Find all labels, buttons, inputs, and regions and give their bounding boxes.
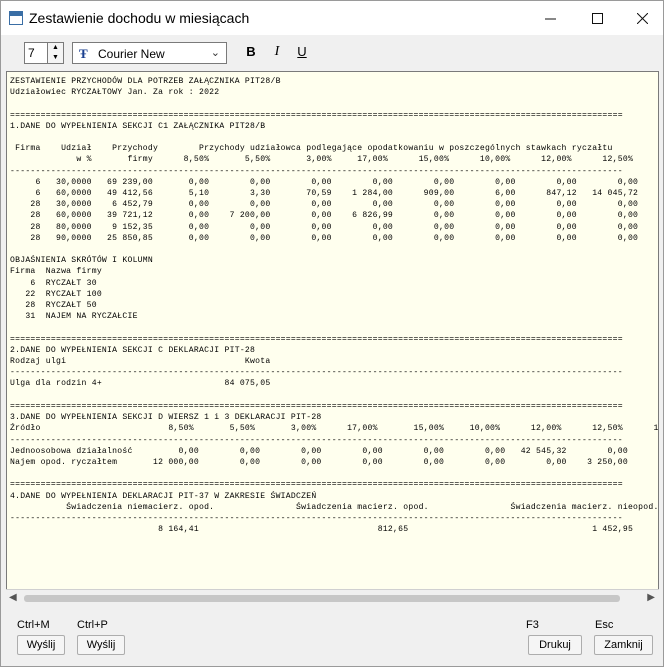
report-line: Rodzaj ulgi Kwota: [10, 357, 271, 367]
report-line: 2.DANE DO WYPEŁNIENIA SEKCJI C DEKLARACJ…: [10, 345, 256, 355]
report-line: ========================================…: [10, 110, 623, 120]
report-line: Firma Nazwa firmy: [10, 267, 102, 277]
report-line: w % firmy 8,50% 5,50% 3,00% 17,00% 15,00…: [10, 155, 659, 165]
report-line: [10, 98, 658, 109]
report-line: ----------------------------------------…: [10, 513, 623, 523]
scrollbar-thumb[interactable]: [24, 595, 620, 602]
report-line: ----------------------------------------…: [10, 166, 623, 176]
report-line: 8 164,41 812,65 1 452,95: [10, 525, 634, 535]
send-mail-button[interactable]: Wyślij: [17, 635, 65, 655]
close-icon: [636, 12, 648, 24]
minimize-button[interactable]: [527, 1, 573, 35]
report-line: ----------------------------------------…: [10, 368, 623, 378]
report-line: 6 RYCZAŁT 30: [10, 278, 97, 288]
report-line: [10, 132, 658, 143]
report-line: OBJAŚNIENIA SKRÓTÓW I KOLUMN: [10, 256, 153, 266]
report-line: ========================================…: [10, 480, 623, 490]
report-line: 28 80,0000 9 152,35 0,00 0,00 0,00 0,00 …: [10, 222, 659, 232]
font-size-value: 7: [28, 46, 35, 60]
report-window: Zestawienie dochodu w miesiącach 7 ▲ ▼ Ŧ…: [0, 0, 664, 667]
report-line: [10, 390, 658, 401]
bold-button[interactable]: B: [241, 44, 261, 64]
font-name-dropdown[interactable]: Ŧ Courier New ⌄: [72, 42, 227, 64]
report-line: ========================================…: [10, 334, 623, 344]
shortcut-esc-label: Esc: [595, 619, 614, 631]
report-line: Najem opod. ryczałtem 12 000,00 0,00 0,0…: [10, 457, 659, 467]
close-window-button[interactable]: [619, 1, 664, 35]
report-line: Jednoosobowa działalność 0,00 0,00 0,00 …: [10, 446, 659, 456]
report-line: [10, 322, 658, 333]
minimize-icon: [544, 18, 556, 19]
report-line: Firma Udział Przychody Przychody udziało…: [10, 144, 613, 154]
font-size-spinner[interactable]: 7 ▲ ▼: [24, 42, 64, 64]
spin-up-icon[interactable]: ▲: [48, 43, 63, 53]
spin-down-icon[interactable]: ▼: [48, 53, 63, 63]
maximize-button[interactable]: [574, 1, 620, 35]
report-line: 28 RYCZAŁT 50: [10, 301, 97, 311]
scroll-right-icon[interactable]: ▶: [647, 592, 655, 603]
report-line: 3.DANE DO WYPEŁNIENIA SEKCJI D WIERSZ 1 …: [10, 413, 322, 423]
window-title: Zestawienie dochodu w miesiącach: [29, 10, 250, 26]
font-name-value: Courier New: [98, 47, 165, 61]
shortcut-ctrl-p-label: Ctrl+P: [77, 619, 108, 631]
report-line: 22 RYCZAŁT 100: [10, 289, 102, 299]
maximize-icon: [591, 12, 603, 24]
report-content: ZESTAWIENIE PRZYCHODÓW DLA POTRZEB ZAŁĄC…: [10, 76, 659, 535]
shortcut-f3-label: F3: [526, 619, 539, 631]
report-line: ZESTAWIENIE PRZYCHODÓW DLA POTRZEB ZAŁĄC…: [10, 77, 281, 86]
report-line: Źródło 8,50% 5,50% 3,00% 17,00% 15,00% 1…: [10, 424, 659, 434]
truetype-font-icon: Ŧ: [79, 46, 88, 61]
report-line: ----------------------------------------…: [10, 435, 623, 445]
report-line: Ulga dla rodzin 4+ 84 075,05: [10, 379, 271, 389]
horizontal-scrollbar[interactable]: ◀ ▶: [6, 589, 659, 606]
format-toolbar: 7 ▲ ▼ Ŧ Courier New ⌄ B I U: [1, 35, 663, 71]
close-button[interactable]: Zamknij: [594, 635, 653, 655]
report-line: 1.DANE DO WYPEŁNIENIA SEKCJI C1 ZAŁĄCZNI…: [10, 121, 266, 131]
report-text-area[interactable]: ZESTAWIENIE PRZYCHODÓW DLA POTRZEB ZAŁĄC…: [6, 71, 659, 606]
scroll-left-icon[interactable]: ◀: [9, 592, 17, 603]
report-line: 28 90,0000 25 850,85 0,00 0,00 0,00 0,00…: [10, 233, 659, 243]
report-line: Udziałowiec RYCZAŁTOWY Jan. Za rok : 202…: [10, 88, 220, 98]
report-line: 28 30,0000 6 452,79 0,00 0,00 0,00 0,00 …: [10, 200, 659, 210]
shortcut-ctrl-m-label: Ctrl+M: [17, 619, 50, 631]
report-line: [10, 244, 658, 255]
send-print-button[interactable]: Wyślij: [77, 635, 125, 655]
report-line: 28 60,0000 39 721,12 0,00 7 200,00 0,00 …: [10, 211, 659, 221]
app-window-icon: [9, 11, 23, 25]
report-line: 4.DANE DO WYPEŁNIENIA DEKLARACJI PIT-37 …: [10, 491, 317, 501]
report-line: Świadczenia niemacierz. opod. Świadczeni…: [10, 502, 659, 512]
spin-buttons[interactable]: ▲ ▼: [47, 43, 63, 63]
underline-button[interactable]: U: [292, 44, 312, 64]
title-bar[interactable]: Zestawienie dochodu w miesiącach: [1, 1, 663, 35]
report-line: 6 30,0000 69 239,00 0,00 0,00 0,00 0,00 …: [10, 177, 659, 187]
report-line: ========================================…: [10, 401, 623, 411]
italic-button[interactable]: I: [267, 44, 287, 64]
print-button[interactable]: Drukuj: [528, 635, 582, 655]
chevron-down-icon[interactable]: ⌄: [211, 46, 220, 59]
report-line: 31 NAJEM NA RYCZAŁCIE: [10, 312, 138, 322]
report-line: [10, 468, 658, 479]
report-line: 6 60,0000 49 412,56 5,10 3,30 70,59 1 28…: [10, 189, 659, 199]
